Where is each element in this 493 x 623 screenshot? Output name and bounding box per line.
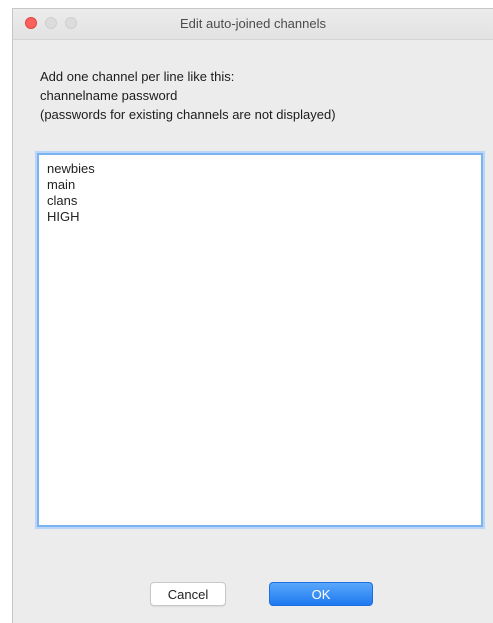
dialog-window: Edit auto-joined channels Add one channe… — [12, 8, 493, 623]
channel-line: main — [47, 177, 76, 192]
instructions-text: Add one channel per line like this: chan… — [40, 67, 336, 124]
window-title: Edit auto-joined channels — [180, 16, 326, 31]
channel-line: newbies — [47, 161, 95, 176]
channel-line: HIGH — [47, 209, 80, 224]
instruction-line: Add one channel per line like this: — [40, 69, 235, 84]
channels-textarea[interactable]: newbies main clans HIGH — [37, 153, 483, 527]
ok-button[interactable]: OK — [269, 582, 373, 606]
channel-line: clans — [47, 193, 78, 208]
instruction-line: (passwords for existing channels are not… — [40, 107, 336, 122]
title-bar: Edit auto-joined channels — [13, 9, 493, 40]
instruction-line: channelname password — [40, 88, 178, 103]
cancel-button[interactable]: Cancel — [150, 582, 226, 606]
